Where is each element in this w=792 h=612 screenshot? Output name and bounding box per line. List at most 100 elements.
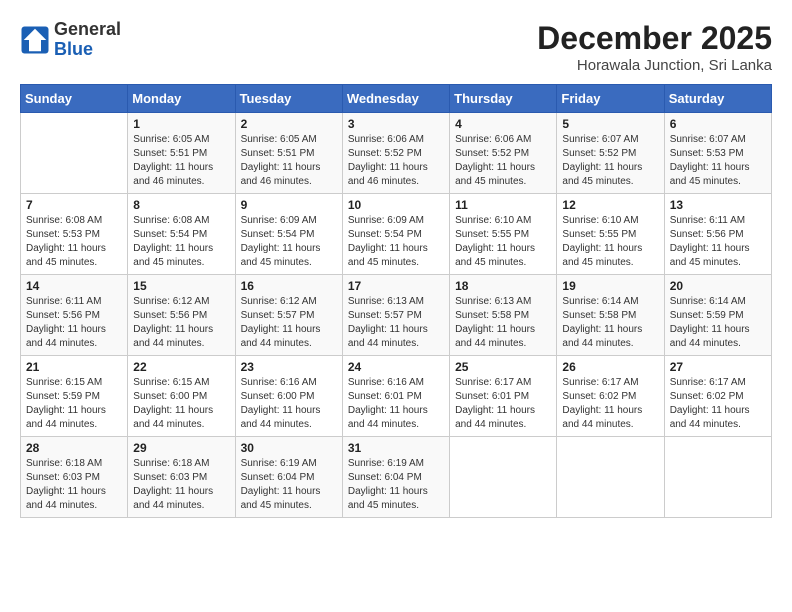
week-row-1: 1 Sunrise: 6:05 AMSunset: 5:51 PMDaylight… (21, 113, 772, 194)
day-info: Sunrise: 6:05 AMSunset: 5:51 PMDaylight:… (133, 133, 229, 189)
day-cell: 20 Sunrise: 6:14 AMSunset: 5:59 PMDayligh… (664, 275, 771, 356)
day-cell: 11 Sunrise: 6:10 AMSunset: 5:55 PMDayligh… (450, 194, 557, 275)
day-info: Sunrise: 6:08 AMSunset: 5:53 PMDaylight:… (26, 214, 122, 270)
day-cell: 2 Sunrise: 6:05 AMSunset: 5:51 PMDaylight… (235, 113, 342, 194)
day-cell: 8 Sunrise: 6:08 AMSunset: 5:54 PMDaylight… (128, 194, 235, 275)
day-number: 26 (562, 360, 658, 374)
day-number: 19 (562, 279, 658, 293)
day-info: Sunrise: 6:17 AMSunset: 6:02 PMDaylight:… (562, 376, 658, 432)
day-number: 16 (241, 279, 337, 293)
day-info: Sunrise: 6:18 AMSunset: 6:03 PMDaylight:… (26, 457, 122, 513)
day-info: Sunrise: 6:07 AMSunset: 5:52 PMDaylight:… (562, 133, 658, 189)
day-number: 13 (670, 198, 766, 212)
week-row-5: 28 Sunrise: 6:18 AMSunset: 6:03 PMDayligh… (21, 437, 772, 518)
header-day-thursday: Thursday (450, 85, 557, 113)
day-info: Sunrise: 6:12 AMSunset: 5:57 PMDaylight:… (241, 295, 337, 351)
day-number: 30 (241, 441, 337, 455)
header-day-monday: Monday (128, 85, 235, 113)
day-cell: 10 Sunrise: 6:09 AMSunset: 5:54 PMDayligh… (342, 194, 449, 275)
day-number: 8 (133, 198, 229, 212)
day-cell: 30 Sunrise: 6:19 AMSunset: 6:04 PMDayligh… (235, 437, 342, 518)
logo-general-text: General (54, 20, 121, 40)
day-info: Sunrise: 6:19 AMSunset: 6:04 PMDaylight:… (348, 457, 444, 513)
location-subtitle: Horawala Junction, Sri Lanka (537, 57, 772, 74)
day-number: 20 (670, 279, 766, 293)
day-cell: 28 Sunrise: 6:18 AMSunset: 6:03 PMDayligh… (21, 437, 128, 518)
header-row: SundayMondayTuesdayWednesdayThursdayFrid… (21, 85, 772, 113)
calendar-header: SundayMondayTuesdayWednesdayThursdayFrid… (21, 85, 772, 113)
day-cell: 23 Sunrise: 6:16 AMSunset: 6:00 PMDayligh… (235, 356, 342, 437)
day-cell: 18Sunrise: 6:13 AMSunset: 5:58 PMDayligh… (450, 275, 557, 356)
day-number: 14 (26, 279, 122, 293)
day-cell: 6 Sunrise: 6:07 AMSunset: 5:53 PMDaylight… (664, 113, 771, 194)
day-cell: 26 Sunrise: 6:17 AMSunset: 6:02 PMDayligh… (557, 356, 664, 437)
day-info: Sunrise: 6:10 AMSunset: 5:55 PMDaylight:… (455, 214, 551, 270)
day-cell: 9Sunrise: 6:09 AMSunset: 5:54 PMDaylight… (235, 194, 342, 275)
day-number: 11 (455, 198, 551, 212)
day-info: Sunrise: 6:05 AMSunset: 5:51 PMDaylight:… (241, 133, 337, 189)
day-cell: 22Sunrise: 6:15 AMSunset: 6:00 PMDayligh… (128, 356, 235, 437)
day-cell: 3Sunrise: 6:06 AMSunset: 5:52 PMDaylight… (342, 113, 449, 194)
day-info: Sunrise: 6:16 AMSunset: 6:00 PMDaylight:… (241, 376, 337, 432)
logo: General Blue (20, 20, 121, 60)
day-number: 23 (241, 360, 337, 374)
day-cell: 13 Sunrise: 6:11 AMSunset: 5:56 PMDayligh… (664, 194, 771, 275)
day-cell: 24Sunrise: 6:16 AMSunset: 6:01 PMDayligh… (342, 356, 449, 437)
day-info: Sunrise: 6:11 AMSunset: 5:56 PMDaylight:… (26, 295, 122, 351)
day-number: 12 (562, 198, 658, 212)
day-info: Sunrise: 6:14 AMSunset: 5:58 PMDaylight:… (562, 295, 658, 351)
day-number: 17 (348, 279, 444, 293)
day-number: 28 (26, 441, 122, 455)
day-cell: 16 Sunrise: 6:12 AMSunset: 5:57 PMDayligh… (235, 275, 342, 356)
day-cell: 12Sunrise: 6:10 AMSunset: 5:55 PMDayligh… (557, 194, 664, 275)
day-cell (557, 437, 664, 518)
day-cell (21, 113, 128, 194)
day-info: Sunrise: 6:12 AMSunset: 5:56 PMDaylight:… (133, 295, 229, 351)
day-cell: 27Sunrise: 6:17 AMSunset: 6:02 PMDayligh… (664, 356, 771, 437)
day-number: 3 (348, 117, 444, 131)
week-row-2: 7Sunrise: 6:08 AMSunset: 5:53 PMDaylight… (21, 194, 772, 275)
day-number: 18 (455, 279, 551, 293)
header-day-wednesday: Wednesday (342, 85, 449, 113)
day-number: 5 (562, 117, 658, 131)
day-info: Sunrise: 6:09 AMSunset: 5:54 PMDaylight:… (348, 214, 444, 270)
day-cell: 7Sunrise: 6:08 AMSunset: 5:53 PMDaylight… (21, 194, 128, 275)
day-number: 9 (241, 198, 337, 212)
day-cell: 17 Sunrise: 6:13 AMSunset: 5:57 PMDayligh… (342, 275, 449, 356)
day-info: Sunrise: 6:17 AMSunset: 6:01 PMDaylight:… (455, 376, 551, 432)
header-day-tuesday: Tuesday (235, 85, 342, 113)
day-cell: 1 Sunrise: 6:05 AMSunset: 5:51 PMDaylight… (128, 113, 235, 194)
day-cell: 29Sunrise: 6:18 AMSunset: 6:03 PMDayligh… (128, 437, 235, 518)
day-number: 27 (670, 360, 766, 374)
month-title: December 2025 (537, 20, 772, 57)
day-number: 6 (670, 117, 766, 131)
logo-blue-text: Blue (54, 40, 121, 60)
day-cell: 5 Sunrise: 6:07 AMSunset: 5:52 PMDaylight… (557, 113, 664, 194)
day-cell: 19 Sunrise: 6:14 AMSunset: 5:58 PMDayligh… (557, 275, 664, 356)
day-info: Sunrise: 6:13 AMSunset: 5:57 PMDaylight:… (348, 295, 444, 351)
day-info: Sunrise: 6:19 AMSunset: 6:04 PMDaylight:… (241, 457, 337, 513)
header-day-sunday: Sunday (21, 85, 128, 113)
day-cell (450, 437, 557, 518)
day-info: Sunrise: 6:15 AMSunset: 6:00 PMDaylight:… (133, 376, 229, 432)
day-info: Sunrise: 6:08 AMSunset: 5:54 PMDaylight:… (133, 214, 229, 270)
day-number: 10 (348, 198, 444, 212)
week-row-3: 14 Sunrise: 6:11 AMSunset: 5:56 PMDayligh… (21, 275, 772, 356)
day-info: Sunrise: 6:16 AMSunset: 6:01 PMDaylight:… (348, 376, 444, 432)
day-info: Sunrise: 6:11 AMSunset: 5:56 PMDaylight:… (670, 214, 766, 270)
day-number: 31 (348, 441, 444, 455)
day-number: 21 (26, 360, 122, 374)
day-info: Sunrise: 6:14 AMSunset: 5:59 PMDaylight:… (670, 295, 766, 351)
calendar-body: 1 Sunrise: 6:05 AMSunset: 5:51 PMDaylight… (21, 113, 772, 518)
title-block: December 2025 Horawala Junction, Sri Lan… (537, 20, 772, 74)
day-info: Sunrise: 6:15 AMSunset: 5:59 PMDaylight:… (26, 376, 122, 432)
logo-icon (20, 25, 50, 55)
day-cell: 21 Sunrise: 6:15 AMSunset: 5:59 PMDayligh… (21, 356, 128, 437)
day-cell: 4Sunrise: 6:06 AMSunset: 5:52 PMDaylight… (450, 113, 557, 194)
day-number: 1 (133, 117, 229, 131)
day-info: Sunrise: 6:18 AMSunset: 6:03 PMDaylight:… (133, 457, 229, 513)
day-number: 4 (455, 117, 551, 131)
day-info: Sunrise: 6:07 AMSunset: 5:53 PMDaylight:… (670, 133, 766, 189)
day-number: 2 (241, 117, 337, 131)
day-cell: 31 Sunrise: 6:19 AMSunset: 6:04 PMDayligh… (342, 437, 449, 518)
